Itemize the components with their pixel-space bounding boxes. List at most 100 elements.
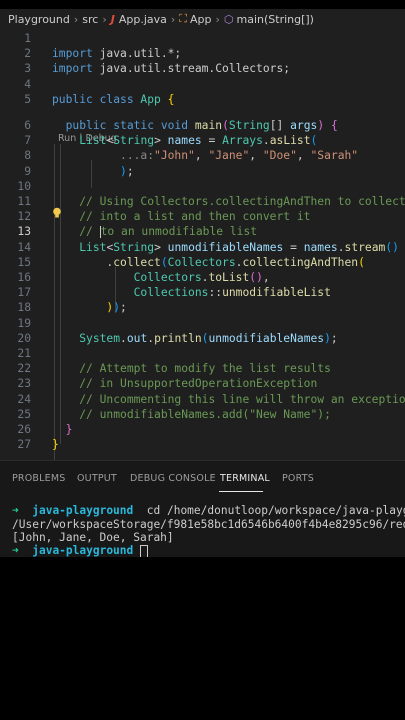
code-text: // Uncommenting this line will throw an …	[52, 392, 405, 407]
code-token: // Uncommenting this line will throw an …	[79, 392, 405, 406]
code-token: // into a list and then convert it	[79, 210, 311, 224]
active-tab-indicator	[219, 491, 263, 492]
code-line[interactable]: 1	[0, 31, 405, 46]
code-token: .	[52, 255, 114, 269]
code-line[interactable]: 5 public class App {	[0, 92, 405, 107]
code-line[interactable]: 8 ...a:"John", "Jane", "Doe", "Sarah"	[0, 148, 405, 163]
panel-tab-bar: PROBLEMS OUTPUT DEBUG CONSOLE TERMINAL P…	[0, 460, 405, 496]
breadcrumb-src[interactable]: src	[82, 13, 98, 26]
line-number: 17	[17, 286, 31, 300]
code-line[interactable]: 23 // in UnsupportedOperationException	[0, 376, 405, 391]
tab-output[interactable]: OUTPUT	[77, 473, 117, 484]
code-token: import	[52, 47, 100, 61]
line-number: 19	[17, 316, 31, 330]
line-number: 20	[17, 331, 31, 345]
code-line[interactable]: 25 // unmodifiableNames.add("New Name");	[0, 407, 405, 422]
code-token: )	[120, 164, 127, 178]
code-text: // to an unmodifiable list	[52, 224, 257, 239]
code-token: Collectors	[167, 255, 236, 269]
code-text: // Attempt to modify the list results	[52, 361, 331, 376]
code-line[interactable]: 21	[0, 346, 405, 361]
code-line[interactable]: 20 System.out.println(unmodifiableNames)…	[0, 331, 405, 346]
code-text: // in UnsupportedOperationException	[52, 376, 317, 391]
breadcrumb-method-label: main(String[])	[236, 12, 314, 26]
line-number: 12	[17, 210, 31, 224]
code-line[interactable]: 7 List<String> names = Arrays.asList(	[0, 133, 405, 148]
tab-terminal[interactable]: TERMINAL	[220, 473, 270, 484]
terminal-command: cd /home/donutloop/workspace/java-playg	[146, 504, 405, 517]
code-line[interactable]: 3 import java.util.stream.Collectors;	[0, 61, 405, 76]
code-line[interactable]: 22 // Attempt to modify the list results	[0, 361, 405, 376]
code-token: ()	[249, 271, 263, 284]
code-text: List<String> names = Arrays.asList(	[52, 133, 317, 148]
code-text: }	[52, 437, 59, 452]
code-line[interactable]: 16 Collectors.toList(),	[0, 270, 405, 285]
line-number: 15	[17, 255, 31, 269]
code-line[interactable]: 14 List<String> unmodifiableNames = name…	[0, 240, 405, 255]
code-text: // unmodifiableNames.add("New Name");	[52, 407, 331, 422]
code-token: names	[167, 134, 202, 148]
code-token: toList	[208, 271, 250, 284]
code-token: println	[154, 331, 202, 345]
code-line[interactable]: 13 // to an unmodifiable list	[0, 224, 405, 239]
code-editor[interactable]: Run | Debug 1 2 import java.util.*; 3 import…	[0, 29, 405, 460]
breadcrumb-playground[interactable]: Playground	[8, 13, 70, 26]
code-line[interactable]: 4	[0, 77, 405, 92]
prompt-arrow: ➜	[12, 504, 19, 517]
code-token: =	[201, 134, 223, 148]
code-token: )	[324, 331, 331, 345]
code-line[interactable]: 6 public static void main(String[] args)…	[0, 118, 405, 133]
code-token: ,	[249, 149, 263, 163]
code-token: to an unmodifiable list	[100, 225, 258, 239]
code-token: }	[52, 438, 59, 452]
code-token: ;	[120, 301, 127, 315]
terminal-line-command: ➜ java-playground cd /home/donutloop/wor…	[12, 503, 405, 518]
code-text: Collections::unmodifiableList	[52, 285, 331, 300]
code-line[interactable]: 24 // Uncommenting this line will throw …	[0, 392, 405, 407]
code-token: "Doe"	[262, 149, 297, 163]
code-line[interactable]: 26 }	[0, 422, 405, 437]
tab-problems[interactable]: PROBLEMS	[12, 473, 65, 484]
terminal[interactable]: ➜ java-playground cd /home/donutloop/wor…	[0, 495, 405, 557]
line-number: 4	[24, 77, 31, 91]
code-line[interactable]: 9 );	[0, 164, 405, 179]
code-line[interactable]: 12 // into a list and then convert it	[0, 209, 405, 224]
code-token: (	[222, 119, 229, 132]
method-icon: ⬡	[223, 12, 234, 26]
code-token: unmodifiableList	[222, 286, 331, 300]
code-token: names	[303, 240, 338, 254]
code-token: (	[358, 255, 365, 269]
breadcrumb: Playground › src › J App.java › ⛶ App › ⬡ m…	[0, 9, 405, 29]
code-line[interactable]: 18 ));	[0, 300, 405, 315]
code-token: []	[269, 119, 291, 132]
code-line[interactable]: 17 Collections::unmodifiableList	[0, 285, 405, 300]
breadcrumb-method[interactable]: ⬡ main(String[])	[224, 13, 314, 26]
code-line[interactable]: 11 // Using Collectors.collectingAndThen…	[0, 194, 405, 209]
code-line[interactable]: 2 import java.util.*;	[0, 46, 405, 61]
line-number: 21	[17, 347, 31, 360]
line-number: 9	[24, 164, 31, 178]
code-line[interactable]: 19	[0, 316, 405, 331]
code-line[interactable]: 27}	[0, 437, 405, 452]
code-token: (	[160, 255, 168, 269]
tab-ports[interactable]: PORTS	[282, 473, 314, 484]
terminal-cursor	[140, 544, 149, 557]
tab-debug-console[interactable]: DEBUG CONSOLE	[130, 473, 216, 484]
code-token: "Jane"	[208, 149, 250, 163]
code-token: out	[126, 331, 148, 345]
chevron-right-icon: ›	[102, 12, 107, 26]
line-number: 26	[17, 423, 31, 436]
code-token: {	[330, 119, 338, 132]
code-line[interactable]: 10	[0, 179, 405, 194]
code-line[interactable]: 15 .collect(Collectors.collectingAndThen…	[0, 255, 405, 270]
breadcrumb-file[interactable]: J App.java	[111, 13, 167, 26]
code-token: unmodifiableNames	[167, 240, 284, 254]
code-text: public class App {	[52, 92, 174, 107]
breadcrumb-class-label: App	[189, 12, 212, 26]
breadcrumb-class[interactable]: ⛶ App	[179, 12, 211, 26]
